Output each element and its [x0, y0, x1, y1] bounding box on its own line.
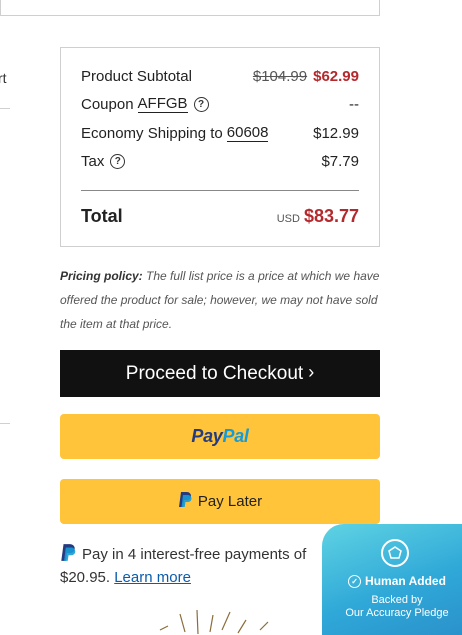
- badge-subtitle: Backed by Our Accuracy Pledge: [322, 594, 462, 620]
- coupon-code-link[interactable]: AFFGB: [137, 96, 188, 113]
- learn-more-link[interactable]: Learn more: [114, 569, 191, 586]
- subtotal-prices: $104.99 $62.99: [253, 68, 359, 85]
- shipping-row: Economy Shipping to 60608 $12.99: [81, 125, 359, 142]
- pledge-ring-icon: [381, 539, 409, 567]
- sale-price: $62.99: [313, 68, 359, 85]
- installments-message: Pay in 4 interest-free payments of $20.9…: [60, 543, 320, 588]
- badge-title-text: Human Added: [365, 574, 446, 588]
- paypal-button[interactable]: PayPal: [60, 414, 380, 459]
- pay-later-label: Pay Later: [197, 493, 263, 510]
- pay-later-button[interactable]: Pay Later: [60, 479, 380, 524]
- check-circle-icon: ✓: [348, 574, 362, 588]
- chevron-right-icon: ›: [308, 362, 315, 382]
- subtotal-label: Product Subtotal: [81, 68, 192, 85]
- human-added-badge[interactable]: ✓ Human Added Backed by Our Accuracy Ple…: [322, 524, 462, 635]
- tax-row: Tax ? $7.79: [81, 153, 359, 170]
- shipping-value: $12.99: [313, 125, 359, 142]
- help-circle-icon[interactable]: ?: [193, 97, 209, 112]
- left-divider: [0, 423, 10, 424]
- badge-sub-line2: Our Accuracy Pledge: [345, 607, 449, 619]
- total-amount: USD $83.77: [277, 206, 359, 227]
- subtotal-row: Product Subtotal $104.99 $62.99: [81, 68, 359, 85]
- coupon-row: Coupon AFFGB ? --: [81, 96, 359, 113]
- original-price: $104.99: [252, 68, 308, 85]
- summary-divider: [81, 190, 359, 191]
- tax-value: $7.79: [321, 153, 359, 170]
- previous-panel-edge: [0, 0, 380, 16]
- total-row: Total USD $83.77: [81, 206, 359, 227]
- paypal-logo: PayPal: [191, 426, 249, 447]
- coupon-label: Coupon: [81, 96, 134, 113]
- paypal-p-icon: [60, 543, 76, 568]
- badge-title: ✓ Human Added: [322, 574, 462, 588]
- paypal-logo-part1: Pay: [191, 426, 223, 446]
- shipping-label: Economy Shipping to: [81, 125, 223, 142]
- left-divider: [0, 108, 10, 109]
- coupon-value: --: [349, 96, 359, 113]
- shipping-zip-link[interactable]: 60608: [226, 125, 269, 142]
- total-value: $83.77: [303, 206, 359, 226]
- total-label: Total: [81, 206, 123, 226]
- badge-sub-line1: Backed by: [371, 594, 423, 606]
- paypal-logo-part2: Pal: [222, 426, 249, 446]
- paypal-p-icon: [178, 491, 192, 512]
- celebration-sparkle-decoration: [159, 609, 269, 635]
- help-circle-icon[interactable]: ?: [110, 154, 126, 169]
- policy-heading: Pricing policy:: [60, 269, 143, 283]
- pricing-policy: Pricing policy: The full list price is a…: [60, 264, 380, 336]
- clipped-text: rt: [0, 70, 7, 86]
- currency-code: USD: [276, 213, 300, 225]
- proceed-to-checkout-button[interactable]: Proceed to Checkout ›: [60, 350, 380, 397]
- order-summary: Product Subtotal $104.99 $62.99 Coupon AF…: [60, 47, 380, 247]
- checkout-label: Proceed to Checkout: [125, 362, 304, 384]
- tax-label: Tax: [81, 153, 105, 170]
